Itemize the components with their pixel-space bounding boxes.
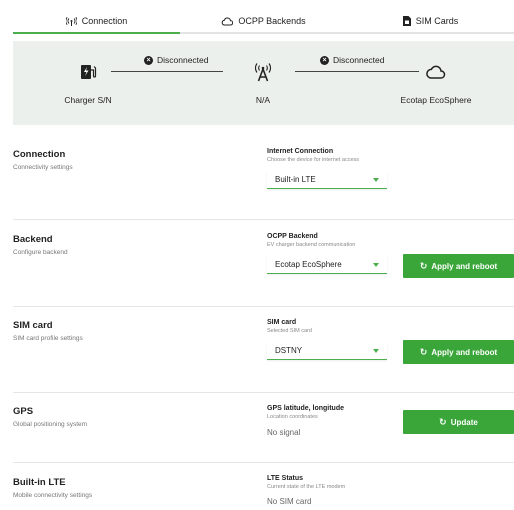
field-label: SIM card: [267, 319, 297, 326]
signal-icon: [65, 16, 77, 26]
lte-status-value: No SIM card: [267, 497, 312, 506]
update-button[interactable]: ↻ Update: [403, 410, 514, 434]
select-value: DSTNY: [275, 346, 303, 355]
tab-sim-cards[interactable]: SIM Cards: [347, 8, 514, 34]
tab-label: Connection: [81, 16, 128, 26]
cloud-icon: [426, 61, 446, 83]
section-divider: [13, 392, 514, 393]
field-label: OCPP Backend: [267, 233, 318, 240]
select-value: Built-in LTE: [275, 175, 316, 184]
section-title: GPS: [13, 406, 34, 417]
section-title: Backend: [13, 234, 53, 245]
chevron-down-icon: [373, 262, 379, 267]
chevron-down-icon: [373, 348, 379, 353]
connection-line: [111, 71, 223, 72]
link-status-charger: × Disconnected: [144, 55, 209, 65]
chevron-down-icon: [373, 177, 379, 182]
tab-underline: [347, 32, 514, 34]
section-subtitle: Global positioning system: [13, 421, 88, 428]
field-label: GPS latitude, longitude: [267, 405, 344, 412]
tab-label: SIM Cards: [415, 16, 459, 26]
antenna-label: N/A: [255, 95, 271, 105]
section-title: Connection: [13, 149, 66, 160]
button-label: Apply and reboot: [431, 347, 498, 357]
field-help: Choose the device for internet access: [267, 157, 360, 163]
field-label: Internet Connection: [267, 148, 334, 155]
sim-card-select[interactable]: DSTNY: [267, 342, 387, 360]
connection-status-panel: Charger S/N × Disconnected N/A × Disconn…: [13, 41, 514, 125]
link-status-text: Disconnected: [333, 55, 385, 65]
disconnected-icon: ×: [144, 55, 153, 65]
refresh-icon: ↻: [419, 260, 428, 271]
sim-card-icon: [402, 16, 411, 26]
tab-label: OCPP Backends: [238, 16, 306, 26]
gps-coordinates-value: No signal: [267, 428, 301, 437]
antenna-node: N/A: [233, 61, 293, 105]
section-title: SIM card: [13, 320, 53, 331]
field-help: Current state of the LTE modem: [267, 484, 346, 490]
charger-node: Charger S/N: [58, 61, 118, 105]
section-divider: [13, 306, 514, 307]
section-subtitle: Configure backend: [13, 249, 68, 256]
refresh-icon: ↻: [439, 416, 447, 427]
button-label: Apply and reboot: [431, 261, 498, 271]
cloud-node: Ecotap EcoSphere: [396, 61, 476, 105]
internet-connection-select[interactable]: Built-in LTE: [267, 171, 387, 189]
antenna-icon: [252, 61, 274, 83]
field-help: Selected SIM card: [267, 328, 312, 334]
charger-serial-label: Charger S/N: [64, 95, 112, 105]
field-help: Location coordinates: [267, 414, 318, 420]
tab-underline: [13, 32, 180, 34]
disconnected-icon: ×: [320, 55, 329, 65]
section-subtitle: Connectivity settings: [13, 164, 73, 171]
section-subtitle: SIM card profile settings: [13, 335, 83, 342]
ev-charger-icon: [78, 61, 98, 83]
tab-ocpp-backends[interactable]: OCPP Backends: [180, 8, 347, 34]
section-divider: [13, 219, 514, 220]
section-subtitle: Mobile connectivity settings: [13, 492, 93, 499]
refresh-icon: ↻: [419, 346, 428, 357]
link-status-text: Disconnected: [157, 55, 209, 65]
tab-connection[interactable]: Connection: [13, 8, 180, 34]
cloud-icon: [221, 17, 234, 26]
apply-and-reboot-button[interactable]: ↻ Apply and reboot: [403, 340, 514, 364]
section-divider: [13, 462, 514, 463]
apply-and-reboot-button[interactable]: ↻ Apply and reboot: [403, 254, 514, 278]
select-value: Ecotap EcoSphere: [275, 260, 342, 269]
field-help: EV charger backend communication: [267, 242, 356, 248]
link-status-backend: × Disconnected: [320, 55, 385, 65]
tab-underline: [180, 32, 347, 34]
field-label: LTE Status: [267, 475, 304, 482]
ocpp-backend-select[interactable]: Ecotap EcoSphere: [267, 256, 387, 274]
button-label: Update: [450, 417, 478, 427]
section-title: Built-in LTE: [13, 477, 66, 488]
cloud-backend-label: Ecotap EcoSphere: [400, 95, 472, 105]
tab-bar: Connection OCPP Backends SIM Cards: [13, 8, 514, 34]
